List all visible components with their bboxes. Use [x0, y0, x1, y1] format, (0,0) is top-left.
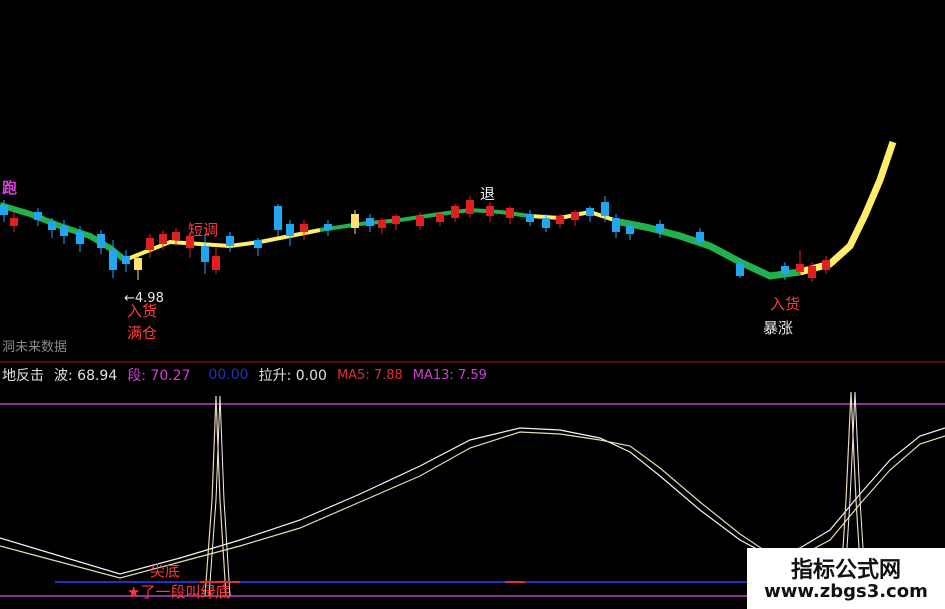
- ma-band-segment: [799, 140, 897, 276]
- candle-body: [571, 212, 579, 220]
- candle-body: [109, 250, 117, 270]
- indicator-ma13: MA13: 7.59: [412, 367, 487, 383]
- indicator-blue-value: 00.00: [208, 367, 249, 383]
- candle-body: [48, 222, 56, 230]
- candle-body: [159, 234, 167, 244]
- candle-body: [556, 216, 564, 224]
- candle-body: [822, 260, 830, 270]
- label-star-line: ★了一段叫绿底: [127, 583, 231, 601]
- candle-body: [76, 232, 84, 244]
- candle-body: [274, 206, 282, 230]
- candle-body: [506, 208, 514, 218]
- candle-body: [781, 266, 789, 274]
- candle-body: [146, 238, 154, 250]
- label-jian-di: 尖底: [150, 562, 181, 580]
- candle-body: [122, 256, 130, 264]
- label-man-cang: 满仓: [127, 324, 158, 342]
- candle-body: [201, 246, 209, 262]
- candle-body: [586, 208, 594, 216]
- label-ru-huo-right: 入货: [770, 295, 801, 313]
- watermark-logo: 指标公式网 www.zbgs3.com: [747, 548, 945, 609]
- candle-body: [416, 216, 424, 226]
- label-future-data: 洞未来数据: [2, 340, 68, 355]
- indicator-header: 地反击 波: 68.94 段: 70.27 00.00 拉升: 0.00 MA5…: [0, 366, 487, 384]
- indicator-name: 地反击: [2, 368, 44, 384]
- candle-body: [172, 232, 180, 240]
- watermark-url: www.zbgs3.com: [764, 581, 928, 602]
- candle-body: [300, 224, 308, 232]
- stock-chart-window: { "labels": { "top_left_cut": "跑", "duan…: [0, 0, 945, 609]
- candle-body: [542, 218, 550, 228]
- candle-body: [392, 216, 400, 224]
- label-duan-tiao: 短调: [188, 221, 219, 239]
- spike-left-a: [204, 395, 227, 597]
- label-tui: 退: [480, 185, 496, 203]
- candle-body: [97, 234, 105, 248]
- candle-body: [351, 214, 359, 228]
- indicator-ma5: MA5: 7.88: [336, 367, 403, 383]
- candle-body: [10, 218, 18, 226]
- ma-band-segment: [619, 218, 801, 280]
- candle-body: [796, 264, 804, 272]
- candle-body: [486, 206, 494, 216]
- candle-body: [736, 264, 744, 276]
- middle-mask: [165, 278, 765, 330]
- candle-body: [212, 256, 220, 270]
- indicator-bo: 波: 68.94: [54, 368, 118, 384]
- candle-body: [134, 258, 142, 270]
- candle-body: [378, 220, 386, 228]
- candle-body: [656, 224, 664, 232]
- candle-body: [254, 240, 262, 248]
- top-right-mask: [535, 0, 945, 140]
- candle-body: [626, 226, 634, 234]
- label-bao-zhang: 暴涨: [763, 319, 794, 337]
- candle-body: [0, 205, 8, 215]
- candle-body: [226, 236, 234, 246]
- watermark-site-name: 指标公式网: [790, 558, 901, 583]
- candle-body: [808, 266, 816, 278]
- candle-body: [60, 226, 68, 236]
- candle-body: [436, 214, 444, 222]
- indicator-la-sheng: 拉升: 0.00: [258, 368, 327, 384]
- candle-body: [526, 214, 534, 222]
- candle-body: [324, 224, 332, 230]
- candle-body: [451, 206, 459, 218]
- candle-body: [601, 202, 609, 216]
- candle-body: [612, 218, 620, 232]
- label-top-left: 跑: [2, 179, 18, 197]
- label-ru-huo-left: 入货: [127, 302, 158, 320]
- candle-body: [286, 224, 294, 236]
- candle-body: [466, 200, 474, 214]
- candle-body: [34, 212, 42, 220]
- candle-body: [366, 218, 374, 226]
- indicator-duan: 段: 70.27: [127, 368, 191, 384]
- candle-body: [696, 232, 704, 242]
